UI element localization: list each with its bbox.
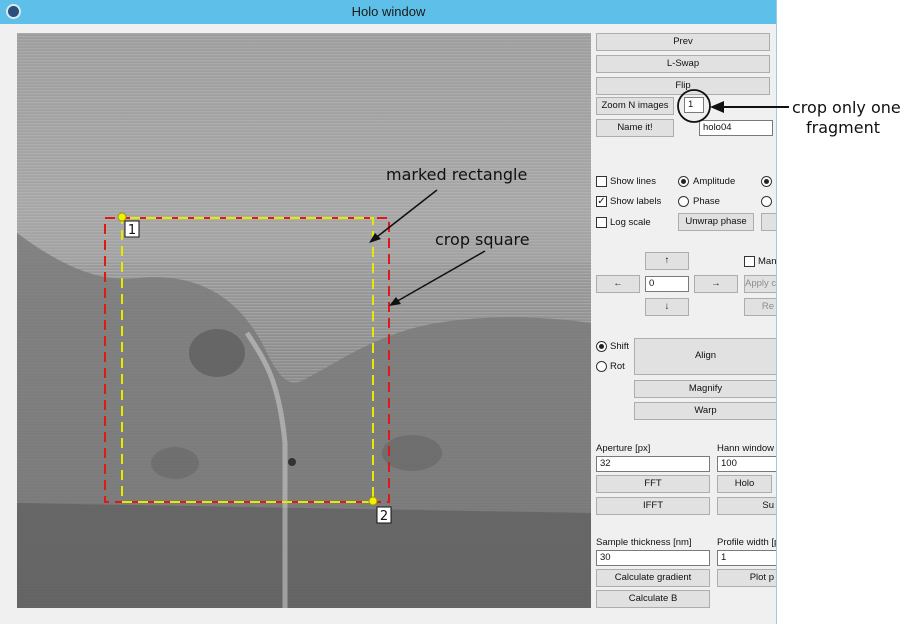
window-title: Holo window: [351, 4, 426, 19]
show-labels-checkbox[interactable]: ✓: [596, 196, 607, 207]
move-left-button[interactable]: ←: [596, 275, 640, 293]
upper-region: [17, 33, 591, 263]
dark-blob: [382, 435, 442, 471]
holo-button[interactable]: Holo: [717, 475, 772, 493]
hann-window-input[interactable]: 100: [717, 456, 776, 472]
move-up-button[interactable]: ↑: [645, 252, 689, 270]
shift-label: Shift: [610, 341, 630, 352]
log-scale-checkbox[interactable]: [596, 217, 607, 228]
plot-profile-button[interactable]: Plot p: [717, 569, 776, 587]
shift-radio[interactable]: [596, 341, 607, 352]
rot-radio[interactable]: [596, 361, 607, 372]
dark-blob: [151, 447, 199, 479]
show-labels-label: Show labels: [610, 196, 662, 207]
marked-rectangle-caption: marked rectangle: [386, 165, 527, 184]
zoom-n-input[interactable]: 1: [684, 97, 704, 113]
move-down-button[interactable]: ↓: [645, 298, 689, 316]
reset-button[interactable]: Re: [744, 298, 776, 316]
sample-thickness-label: Sample thickness [nm]: [596, 537, 692, 548]
partial-button[interactable]: [761, 213, 776, 231]
marker-1-label: 1: [128, 223, 136, 238]
arrow-left-icon: ←: [613, 278, 623, 289]
fft-button[interactable]: FFT: [596, 475, 710, 493]
manual-label: Manu: [758, 256, 777, 267]
move-step-input[interactable]: 0: [645, 276, 689, 292]
marker-2-label: 2: [380, 509, 388, 524]
manual-checkbox[interactable]: [744, 256, 755, 267]
hann-window-label: Hann window [p: [717, 443, 776, 454]
rot-label: Rot: [610, 361, 625, 372]
option-radio[interactable]: [761, 196, 772, 207]
name-input[interactable]: holo04: [699, 120, 773, 136]
lswap-button[interactable]: L-Swap: [596, 55, 770, 73]
profile-width-input[interactable]: 1: [717, 550, 776, 566]
aperture-input[interactable]: 32: [596, 456, 710, 472]
show-lines-checkbox[interactable]: [596, 176, 607, 187]
sample-thickness-input[interactable]: 30: [596, 550, 710, 566]
unwrap-phase-button[interactable]: Unwrap phase: [678, 213, 754, 231]
move-right-button[interactable]: →: [694, 275, 738, 293]
sum-button[interactable]: Su: [717, 497, 776, 515]
show-lines-label: Show lines: [610, 176, 656, 187]
option-radio[interactable]: [761, 176, 772, 187]
calculate-b-button[interactable]: Calculate B: [596, 590, 710, 608]
hologram-image: 1 2 marked rectangle crop square: [17, 33, 591, 608]
amplitude-label: Amplitude: [693, 176, 736, 187]
bottom-band: [17, 503, 591, 608]
flip-button[interactable]: Flip: [596, 77, 770, 95]
calculate-gradient-button[interactable]: Calculate gradient: [596, 569, 710, 587]
crop-note-line-2: fragment: [806, 118, 881, 137]
magnify-button[interactable]: Magnify: [634, 380, 776, 398]
phase-radio[interactable]: [678, 196, 689, 207]
title-bar: Holo window: [0, 0, 776, 24]
dark-blob: [189, 329, 245, 377]
dark-spot: [288, 458, 296, 466]
warp-button[interactable]: Warp: [634, 402, 776, 420]
aperture-label: Aperture [px]: [596, 443, 651, 454]
arrow-head-icon: [389, 297, 401, 306]
arrow-up-icon: ↑: [664, 255, 670, 266]
arrow-right-icon: →: [711, 278, 721, 289]
zoom-n-images-button[interactable]: Zoom N images: [596, 97, 674, 115]
prev-button[interactable]: Prev: [596, 33, 770, 51]
amplitude-radio[interactable]: [678, 176, 689, 187]
align-button[interactable]: Align: [634, 338, 776, 375]
log-scale-label: Log scale: [610, 217, 651, 228]
hologram-image-view[interactable]: 1 2 marked rectangle crop square: [17, 33, 591, 608]
holo-window: Holo window 1 2 marked rectangle crop sq…: [0, 0, 777, 624]
profile-width-label: Profile width [px: [717, 537, 776, 548]
crop-square-caption: crop square: [435, 230, 530, 249]
name-it-button[interactable]: Name it!: [596, 119, 674, 137]
corner-handle-2[interactable]: [368, 496, 378, 506]
arrow-down-icon: ↓: [664, 301, 670, 312]
corner-handle-1[interactable]: [117, 212, 127, 222]
ifft-button[interactable]: IFFT: [596, 497, 710, 515]
crop-note-line-1: crop only one: [792, 98, 901, 117]
phase-label: Phase: [693, 196, 720, 207]
apply-button[interactable]: Apply c: [744, 275, 776, 293]
